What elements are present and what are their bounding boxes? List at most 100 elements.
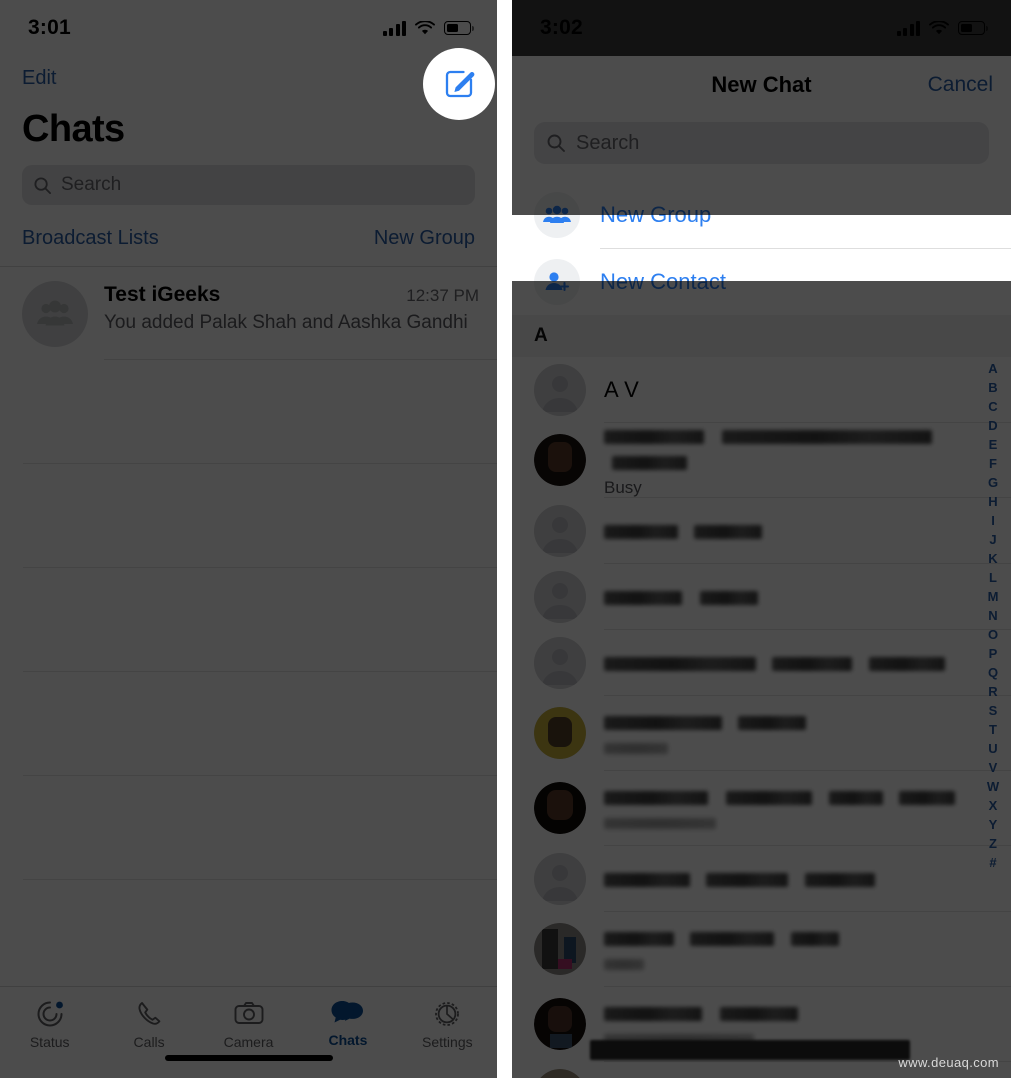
new-group-button[interactable]: New Group bbox=[374, 227, 475, 250]
search-placeholder: Search bbox=[61, 174, 122, 195]
index-letter[interactable]: G bbox=[988, 474, 998, 492]
status-bar-right: 3:02 bbox=[512, 0, 1011, 56]
contact-name-redacted bbox=[604, 584, 989, 610]
wifi-icon bbox=[929, 20, 949, 34]
home-indicator bbox=[164, 1055, 333, 1061]
contact-row[interactable] bbox=[512, 498, 1011, 563]
contact-body bbox=[604, 925, 989, 974]
new-contact-action-row[interactable]: New Contact bbox=[512, 249, 1011, 315]
compose-button[interactable] bbox=[423, 48, 495, 120]
contact-name-redacted bbox=[604, 1000, 989, 1026]
avatar bbox=[534, 923, 586, 975]
avatar bbox=[534, 636, 586, 689]
tab-status[interactable]: Status bbox=[0, 999, 99, 1050]
avatar bbox=[534, 707, 586, 759]
index-letter[interactable]: P bbox=[989, 645, 998, 663]
sheet-search-input[interactable]: Search bbox=[534, 122, 989, 164]
contact-body bbox=[604, 784, 989, 833]
search-icon bbox=[547, 134, 565, 152]
watermark: www.deuaq.com bbox=[898, 1055, 999, 1070]
empty-list-row bbox=[0, 464, 497, 568]
index-letter[interactable]: A bbox=[988, 360, 997, 378]
cancel-button[interactable]: Cancel bbox=[928, 73, 993, 97]
contact-name-redacted bbox=[604, 650, 989, 676]
wifi-icon bbox=[415, 20, 435, 34]
new-group-action-row[interactable]: New Group bbox=[512, 182, 1011, 248]
index-letter[interactable]: # bbox=[989, 854, 996, 872]
contact-row[interactable]: A V bbox=[512, 357, 1011, 422]
index-letter[interactable]: I bbox=[991, 512, 995, 530]
index-letter[interactable]: H bbox=[988, 493, 997, 511]
avatar bbox=[534, 434, 586, 486]
index-letter[interactable]: B bbox=[988, 379, 997, 397]
chat-bubbles-icon bbox=[331, 1001, 363, 1023]
contact-name: A V bbox=[604, 376, 640, 402]
index-letter[interactable]: E bbox=[989, 436, 998, 454]
search-input[interactable]: Search bbox=[22, 165, 475, 205]
index-letter[interactable]: O bbox=[988, 626, 998, 644]
index-letter[interactable]: R bbox=[988, 683, 997, 701]
screenshot-stage: 3:01 Edit Chats Search Broadcast Lists N… bbox=[0, 0, 1011, 1078]
index-letter[interactable]: V bbox=[989, 759, 998, 777]
tab-camera[interactable]: Camera bbox=[199, 999, 298, 1050]
broadcast-lists-button[interactable]: Broadcast Lists bbox=[22, 227, 159, 250]
index-letter[interactable]: W bbox=[987, 778, 999, 796]
edit-button[interactable]: Edit bbox=[22, 67, 56, 90]
contact-name-redacted bbox=[604, 518, 989, 544]
index-letter[interactable]: S bbox=[989, 702, 998, 720]
avatar bbox=[534, 998, 586, 1050]
contact-row[interactable] bbox=[512, 912, 1011, 986]
index-letter[interactable]: J bbox=[989, 531, 996, 549]
contact-row[interactable] bbox=[512, 771, 1011, 845]
chat-item-time: 12:37 PM bbox=[406, 286, 479, 305]
chat-list-item[interactable]: Test iGeeks 12:37 PM You added Palak Sha… bbox=[0, 267, 497, 359]
cellular-signal-icon bbox=[382, 20, 406, 36]
index-letter[interactable]: C bbox=[988, 398, 997, 416]
contact-body bbox=[604, 518, 989, 544]
sheet-search-placeholder: Search bbox=[576, 131, 640, 154]
index-letter[interactable]: M bbox=[988, 588, 999, 606]
group-avatar-icon bbox=[22, 281, 88, 347]
alphabet-index[interactable]: A B C D E F G H I J K L M N O P Q R S T … bbox=[981, 360, 1005, 872]
status-bar-indicators bbox=[896, 20, 988, 36]
chat-item-header: Test iGeeks 12:37 PM bbox=[104, 283, 479, 307]
battery-icon bbox=[958, 21, 988, 35]
index-letter[interactable]: Q bbox=[988, 664, 998, 682]
contact-row[interactable] bbox=[512, 564, 1011, 629]
contact-name-redacted bbox=[604, 423, 989, 475]
index-letter[interactable]: X bbox=[989, 797, 998, 815]
status-badge bbox=[55, 1001, 63, 1009]
new-chat-sheet-header: New Chat Cancel Search bbox=[512, 56, 1011, 164]
contact-row[interactable]: Busy bbox=[512, 423, 1011, 497]
chat-item-preview: You added Palak Shah and Aashka Gandhi bbox=[104, 312, 468, 333]
index-letter[interactable]: F bbox=[989, 455, 997, 473]
index-letter[interactable]: Z bbox=[989, 835, 997, 853]
left-phone-panel: 3:01 Edit Chats Search Broadcast Lists N… bbox=[0, 0, 497, 1078]
contact-row[interactable] bbox=[512, 696, 1011, 770]
left-links-row: Broadcast Lists New Group bbox=[0, 205, 497, 266]
contact-body bbox=[604, 866, 989, 892]
empty-list-row bbox=[0, 776, 497, 880]
index-letter[interactable]: D bbox=[988, 417, 997, 435]
contact-row[interactable] bbox=[512, 846, 1011, 911]
tab-settings[interactable]: Settings bbox=[398, 999, 497, 1050]
contact-body bbox=[604, 709, 989, 758]
index-letter[interactable]: Y bbox=[989, 816, 998, 834]
redaction-bar bbox=[590, 1040, 910, 1060]
tab-label: Chats bbox=[328, 1032, 368, 1048]
index-letter[interactable]: U bbox=[988, 740, 997, 758]
index-letter[interactable]: N bbox=[988, 607, 997, 625]
index-letter[interactable]: L bbox=[989, 569, 997, 587]
index-letter[interactable]: K bbox=[988, 550, 997, 568]
contact-body: Busy bbox=[604, 423, 989, 498]
contact-body bbox=[604, 584, 989, 610]
person-add-icon bbox=[534, 259, 580, 305]
tab-chats[interactable]: Chats bbox=[298, 999, 397, 1048]
contact-subtitle: Busy bbox=[604, 477, 642, 497]
contact-row[interactable] bbox=[512, 630, 1011, 695]
empty-list-row bbox=[0, 360, 497, 464]
right-phone-panel: 3:02 New Chat Cancel Search New Group Ne… bbox=[512, 0, 1011, 1078]
tab-calls[interactable]: Calls bbox=[99, 999, 198, 1050]
index-letter[interactable]: T bbox=[989, 721, 997, 739]
avatar bbox=[534, 1068, 586, 1078]
